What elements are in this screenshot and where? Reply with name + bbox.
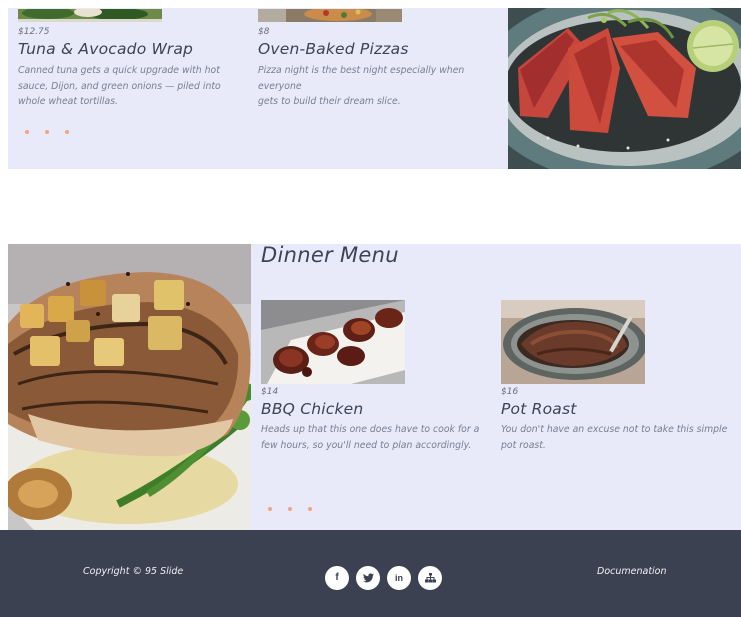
dish-description-line-2: gets to build their dream slice. <box>258 96 401 107</box>
dinner-item-pot-roast: $16 Pot Roast You don't have an excuse n… <box>501 300 741 453</box>
twitter-bird-shape <box>362 573 374 583</box>
dinner-carousel-dots <box>268 507 312 511</box>
copyright-text: Copyright © 95 Slide <box>83 566 184 577</box>
tuna-wrap-thumbnail <box>18 8 162 22</box>
carousel-dot[interactable] <box>268 507 272 511</box>
footer: Copyright © 95 Slide f in Documenation <box>0 530 741 617</box>
oven-pizzas-thumbnail <box>258 8 402 22</box>
dish-title: Tuna & Avocado Wrap <box>18 40 194 58</box>
facebook-icon[interactable]: f <box>325 566 349 590</box>
sitemap-icon[interactable] <box>418 566 442 590</box>
lunch-item-oven-pizzas: $8 Oven-Baked Pizzas Pizza night is the … <box>258 8 494 110</box>
carousel-dot[interactable] <box>308 507 312 511</box>
dinner-item-bbq-chicken: $14 BBQ Chicken Heads up that this one d… <box>261 300 501 453</box>
price: $16 <box>501 387 519 397</box>
pork-chop-photo <box>8 244 251 530</box>
bbq-chicken-thumbnail <box>261 300 405 384</box>
dish-description: You don't have an excuse not to take thi… <box>501 424 728 451</box>
lunch-carousel-dots <box>25 130 69 134</box>
carousel-dot[interactable] <box>45 130 49 134</box>
price: $14 <box>261 387 279 397</box>
dish-description: Canned tuna gets a quick upgrade with ho… <box>18 65 221 107</box>
dinner-menu-heading: Dinner Menu <box>261 243 399 267</box>
linkedin-icon[interactable]: in <box>387 566 411 590</box>
pot-roast-thumbnail <box>501 300 645 384</box>
twitter-icon[interactable] <box>356 566 380 590</box>
dish-title: Pot Roast <box>501 400 577 418</box>
dish-description-line-1: Pizza night is the best night especially… <box>258 65 465 92</box>
sitemap-shape <box>424 573 436 583</box>
social-links: f in <box>325 566 442 590</box>
lunch-item-tuna-wrap: $12.75 Tuna & Avocado Wrap Canned tuna g… <box>18 8 244 110</box>
page: $12.75 Tuna & Avocado Wrap Canned tuna g… <box>0 0 741 617</box>
dish-description: Heads up that this one does have to cook… <box>261 424 480 451</box>
dish-title: Oven-Baked Pizzas <box>258 40 409 58</box>
facebook-glyph: f <box>335 572 339 583</box>
dish-title: BBQ Chicken <box>261 400 364 418</box>
carousel-dot[interactable] <box>65 130 69 134</box>
linkedin-glyph: in <box>395 572 403 583</box>
carousel-dot[interactable] <box>25 130 29 134</box>
documentation-link[interactable]: Documenation <box>597 566 667 577</box>
price: $12.75 <box>18 27 50 37</box>
carousel-dot[interactable] <box>288 507 292 511</box>
seared-tuna-photo <box>508 8 741 169</box>
price: $8 <box>258 27 270 37</box>
